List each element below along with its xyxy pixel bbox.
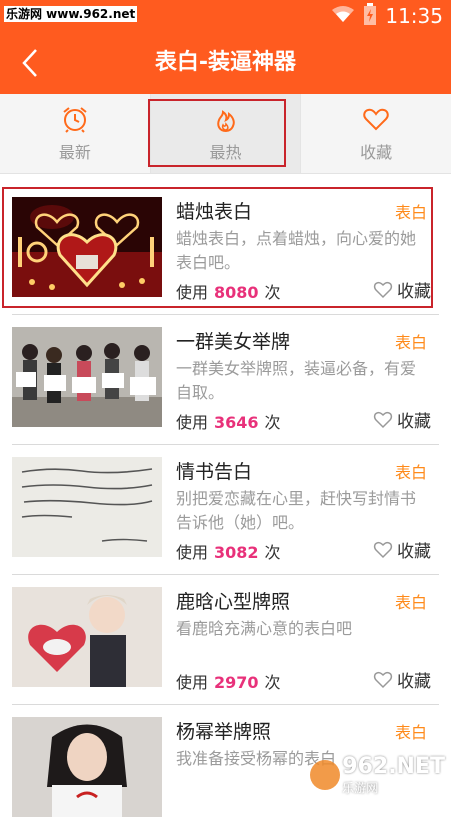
usage-suffix: 次 [265, 413, 281, 432]
usage-suffix: 次 [265, 673, 281, 692]
favorite-button[interactable]: 收藏 [373, 277, 431, 302]
list-item[interactable]: 蜡烛表白 表白 蜡烛表白，点着蜡烛，向心爱的她表白吧。 使用 8080 次 收藏 [0, 187, 451, 307]
item-title: 蜡烛表白 [176, 197, 252, 224]
divider [12, 444, 439, 445]
item-category-tag: 表白 [395, 199, 427, 223]
item-title: 杨幂举牌照 [176, 717, 271, 744]
favorite-button[interactable]: 收藏 [373, 667, 431, 692]
status-icons: 11:35 [331, 2, 443, 30]
usage-count: 2970 [214, 673, 259, 692]
heart-outline-icon [373, 671, 393, 689]
list-item[interactable]: 情书告白 表白 别把爱恋藏在心里，赶快写封情书告诉他（她）吧。 使用3082次 … [0, 447, 451, 567]
alarm-clock-icon [61, 105, 89, 133]
item-title: 鹿晗心型牌照 [176, 587, 290, 614]
watermark-bottom-right: 962.NET 乐游网 [310, 754, 445, 796]
item-title: 一群美女举牌 [176, 327, 290, 354]
wifi-icon [331, 5, 355, 27]
item-category-tag: 表白 [395, 329, 427, 353]
item-title: 情书告白 [176, 457, 252, 484]
chevron-left-icon [20, 48, 40, 78]
item-category-tag: 表白 [395, 589, 427, 613]
item-description: 一群美女举牌照，装逼必备，有爱自取。 [176, 357, 428, 405]
heart-outline-icon [373, 541, 393, 559]
favorite-label: 收藏 [397, 407, 431, 432]
tab-latest-label: 最新 [59, 139, 91, 163]
usage-prefix: 使用 [176, 543, 208, 562]
tab-hot-label: 最热 [210, 139, 242, 163]
favorite-label: 收藏 [397, 667, 431, 692]
tab-hot[interactable]: 最热 [151, 94, 302, 173]
item-thumbnail-heart-sign [12, 587, 162, 687]
item-usage: 使用 8080 次 [176, 279, 281, 303]
tab-favorites[interactable]: 收藏 [301, 94, 451, 173]
status-bar: 乐游网 www.962.net 11:35 [0, 0, 451, 32]
tab-favorites-label: 收藏 [360, 139, 392, 163]
item-description: 别把爱恋藏在心里，赶快写封情书告诉他（她）吧。 [176, 487, 428, 535]
battery-icon [363, 3, 377, 29]
usage-prefix: 使用 [176, 413, 208, 432]
heart-outline-icon [373, 281, 393, 299]
favorite-button[interactable]: 收藏 [373, 537, 431, 562]
divider [12, 704, 439, 705]
item-thumbnail-sign-photo [12, 717, 162, 817]
page-title: 表白-装逼神器 [0, 32, 451, 94]
watermark-subtext: 乐游网 [342, 779, 445, 796]
item-usage: 使用 2970 次 [176, 669, 281, 693]
item-usage: 使用 3082 次 [176, 539, 281, 563]
item-description: 看鹿晗充满心意的表白吧 [176, 617, 428, 641]
item-usage: 使用 3646 次 [176, 409, 281, 433]
list-item[interactable]: 鹿晗心型牌照 表白 看鹿晗充满心意的表白吧 使用 2970 次 收藏 [0, 577, 451, 697]
usage-suffix: 次 [265, 543, 281, 562]
watermark-top-left: 乐游网 www.962.net [4, 6, 137, 22]
heart-outline-icon [373, 411, 393, 429]
usage-count: 3082 [214, 543, 259, 562]
usage-count: 8080 [214, 283, 259, 302]
usage-prefix: 使用 [176, 673, 208, 692]
tab-bar: 最新 最热 收藏 [0, 94, 451, 174]
item-category-tag: 表白 [395, 459, 427, 483]
item-thumbnail-candles [12, 197, 162, 297]
usage-prefix: 使用 [176, 283, 208, 302]
favorite-label: 收藏 [397, 277, 431, 302]
usage-suffix: 次 [265, 283, 281, 302]
list-item[interactable]: 一群美女举牌 表白 一群美女举牌照，装逼必备，有爱自取。 使用 3646 次 收藏 [0, 317, 451, 437]
item-description: 蜡烛表白，点着蜡烛，向心爱的她表白吧。 [176, 227, 428, 275]
tab-latest[interactable]: 最新 [0, 94, 151, 173]
heart-icon [362, 105, 390, 133]
app-bar: 表白-装逼神器 [0, 32, 451, 94]
watermark-text: 962.NET [342, 754, 445, 779]
favorite-label: 收藏 [397, 537, 431, 562]
flame-icon [212, 105, 240, 133]
divider [12, 574, 439, 575]
item-thumbnail-group-signs [12, 327, 162, 427]
clock-time: 11:35 [385, 4, 443, 28]
usage-count: 3646 [214, 413, 259, 432]
back-button[interactable] [10, 43, 50, 83]
item-category-tag: 表白 [395, 719, 427, 743]
favorite-button[interactable]: 收藏 [373, 407, 431, 432]
watermark-logo-icon [310, 760, 340, 790]
divider [12, 314, 439, 315]
item-thumbnail-love-letter [12, 457, 162, 557]
